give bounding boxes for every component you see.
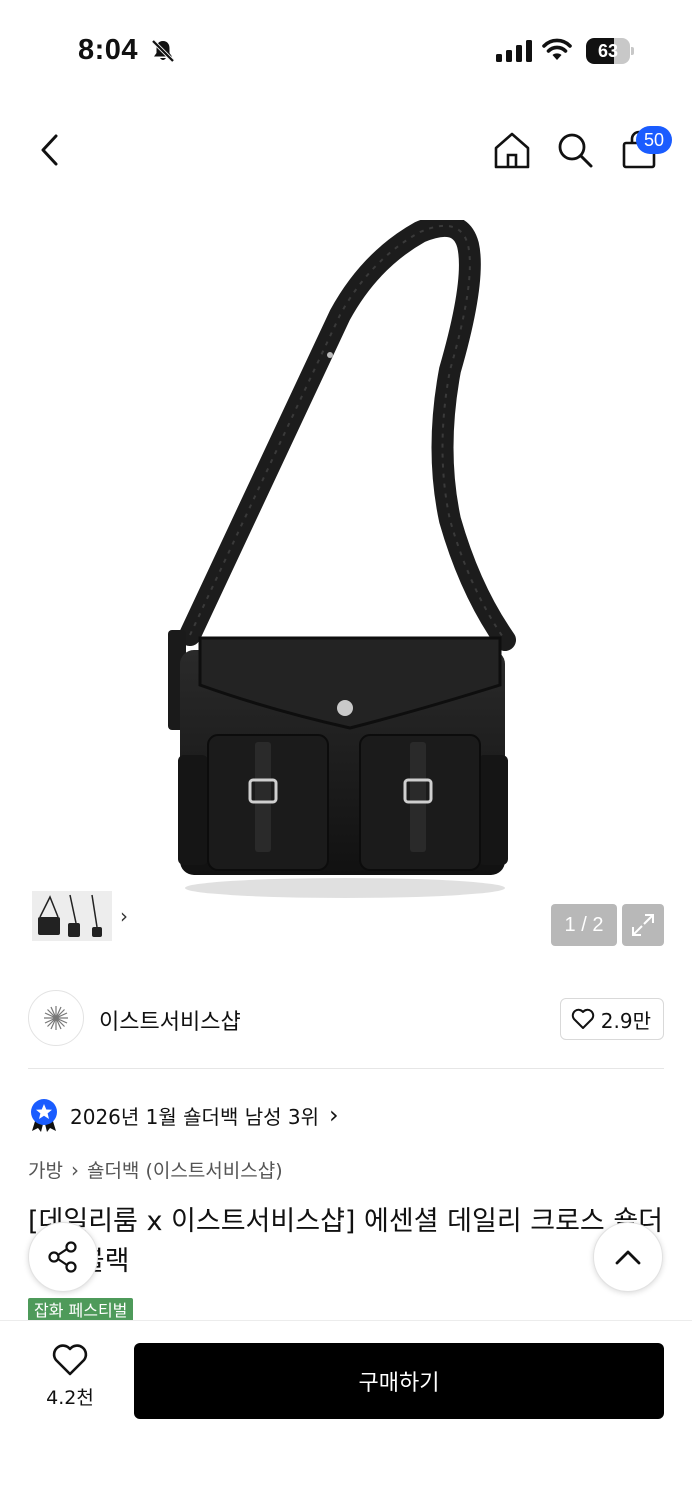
search-icon: [558, 133, 593, 168]
share-button[interactable]: [28, 1222, 98, 1292]
battery-indicator: 63: [586, 38, 634, 64]
thumbnail-strip[interactable]: ›: [28, 887, 144, 945]
bottom-bar: 4.2천 구매하기: [0, 1320, 692, 1500]
expand-button[interactable]: [622, 904, 664, 946]
sunburst-logo-icon: [44, 1006, 68, 1030]
chevron-right-icon: ›: [70, 1157, 79, 1182]
image-counter: 1 / 2: [551, 904, 617, 946]
divider: [28, 1068, 664, 1069]
ranking-row[interactable]: 2026년 1월 숄더백 남성 3위 ›: [28, 1098, 339, 1132]
shop-name[interactable]: 이스트서비스샵: [99, 1004, 241, 1036]
search-button[interactable]: [553, 128, 597, 172]
shop-row[interactable]: 이스트서비스샵 2.9만: [28, 990, 664, 1050]
home-button[interactable]: [490, 128, 534, 172]
back-icon: [41, 134, 58, 166]
signal-icon: [496, 40, 532, 62]
breadcrumb: 가방 › 숄더백 (이스트서비스샵): [28, 1156, 283, 1183]
status-time: 8:04: [78, 34, 139, 66]
chevron-right-icon: ›: [120, 904, 128, 928]
thumbnail-image[interactable]: [32, 891, 112, 941]
share-icon: [48, 1241, 77, 1273]
buy-button[interactable]: 구매하기: [134, 1343, 664, 1419]
shop-logo[interactable]: [28, 990, 84, 1046]
cart-count-badge: 50: [636, 126, 672, 154]
back-button[interactable]: [28, 128, 72, 172]
expand-icon: [632, 914, 654, 936]
bell-off-icon: [151, 39, 175, 63]
product-title: [데일리룸 x 이스트서비스샵] 에센셜 데일리 크로스 숄더백 - 블랙: [28, 1206, 664, 1277]
scroll-top-button[interactable]: [593, 1222, 663, 1292]
breadcrumb-subcategory[interactable]: 숄더백 (이스트서비스샵): [87, 1156, 283, 1183]
chevron-up-icon: [615, 1250, 641, 1265]
heart-icon: [52, 1344, 88, 1376]
chevron-right-icon: ›: [328, 1101, 339, 1129]
festival-tag: 잡화 페스티벌: [28, 1298, 134, 1320]
top-nav: [0, 118, 692, 188]
breadcrumb-category[interactable]: 가방: [28, 1156, 63, 1183]
status-bar: 8:04 63: [0, 0, 692, 100]
rank-badge-icon: [31, 1099, 57, 1132]
shop-favorite-count: 2.9만: [600, 1008, 651, 1033]
ranking-text: 2026년 1월 숄더백 남성 3위: [70, 1104, 319, 1129]
shop-favorite-button[interactable]: 2.9만: [559, 998, 664, 1040]
product-image: [168, 220, 516, 898]
wifi-icon: [542, 38, 572, 60]
like-button[interactable]: 4.2천: [30, 1343, 110, 1423]
thumbnail-preview: [38, 894, 102, 937]
home-icon: [494, 132, 530, 169]
heart-icon: [571, 1008, 594, 1029]
like-count: 4.2천: [46, 1387, 94, 1409]
